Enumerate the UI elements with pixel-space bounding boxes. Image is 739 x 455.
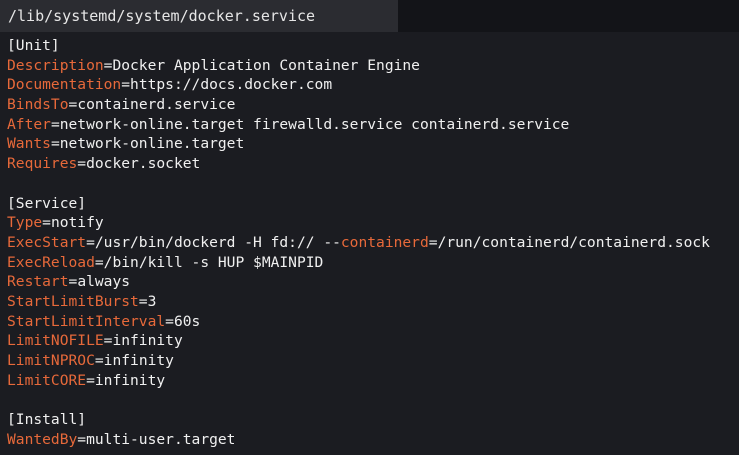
config-key: Wants [7,135,51,153]
code-line[interactable]: Requires=docker.socket [7,154,739,174]
config-value: network-online.target firewalld.service … [59,115,570,133]
equals-sign: = [86,371,95,389]
equals-sign: = [165,312,174,330]
code-line[interactable]: StartLimitInterval=60s [7,312,739,332]
equals-sign: = [77,155,87,173]
config-key: Documentation [7,76,122,94]
equals-sign: = [68,273,78,291]
config-key: Type [7,214,43,232]
config-value: /run/containerd/containerd.sock [437,233,710,251]
code-line[interactable] [7,390,739,410]
config-key: StartLimitBurst [7,292,139,310]
config-value: notify [50,214,104,232]
equals-sign: = [50,115,60,133]
code-line[interactable]: After=network-online.target firewalld.se… [7,115,739,135]
code-line[interactable]: ExecReload=/bin/kill -s HUP $MAINPID [7,253,739,273]
section-header: [Install] [7,411,87,429]
code-area[interactable]: [Unit] Description=Docker Application Con… [7,36,739,449]
equals-sign: = [138,292,148,310]
tab-bar: /lib/systemd/system/docker.service [0,0,739,32]
code-line[interactable]: LimitCORE=infinity [7,371,739,391]
config-value: containerd.service [77,96,236,114]
config-value: network-online.target [59,135,245,153]
config-key: StartLimitInterval [7,312,166,330]
equals-sign: = [68,96,78,114]
config-key: ExecReload [7,253,95,271]
code-line[interactable]: WantedBy=multi-user.target [7,430,739,450]
config-key: BindsTo [7,96,69,114]
config-value: infinity [94,371,166,389]
equals-sign: = [50,135,60,153]
code-line[interactable]: [Service] [7,194,739,214]
config-value: /bin/kill -s HUP $MAINPID [103,253,324,271]
equals-sign: = [77,430,87,448]
code-line[interactable]: Wants=network-online.target [7,134,739,154]
equals-sign: = [121,76,131,94]
config-key: LimitNPROC [7,352,95,369]
config-key: LimitNOFILE [7,332,104,350]
config-key: Restart [7,273,69,291]
equals-sign: = [42,214,51,232]
code-line[interactable]: [Install] [7,410,739,430]
code-line[interactable]: BindsTo=containerd.service [7,95,739,115]
code-line[interactable]: LimitNPROC=infinity [7,351,739,371]
config-value: multi-user.target [86,430,236,448]
equals-sign: = [86,233,95,251]
config-value: https://docs.docker.com [130,76,333,94]
code-line[interactable]: [Unit] [7,36,739,56]
equals-sign: = [94,253,104,271]
code-line[interactable]: Type=notify [7,213,739,233]
config-value: 60s [173,312,201,330]
config-value: /usr/bin/dockerd -H fd:// -- [94,233,341,251]
config-value: infinity [103,352,174,369]
section-header: [Service] [7,194,87,212]
config-key: After [7,115,51,133]
config-key: LimitCORE [7,371,87,389]
config-value: infinity [112,332,183,350]
code-line[interactable] [7,174,739,194]
code-line[interactable]: Documentation=https://docs.docker.com [7,75,739,95]
config-key: Requires [7,155,78,173]
code-line[interactable]: ExecStart=/usr/bin/dockerd -H fd:// --co… [7,233,739,253]
config-key: containerd [340,233,429,251]
code-line[interactable]: Restart=always [7,272,739,292]
code-line[interactable]: Description=Docker Application Container… [7,56,739,76]
config-key: WantedBy [7,430,78,448]
config-value: docker.socket [86,155,201,173]
config-key: Description [7,56,104,74]
config-value: 3 [147,292,157,310]
tab-docker-service[interactable]: /lib/systemd/system/docker.service [0,0,398,32]
equals-sign: = [428,233,438,251]
code-line[interactable]: StartLimitBurst=3 [7,292,739,312]
config-key: ExecStart [7,233,87,251]
config-value: always [77,273,131,291]
equals-sign: = [94,352,104,369]
code-editor[interactable]: /lib/systemd/system/docker.service [Unit… [0,0,739,455]
code-line[interactable]: LimitNOFILE=infinity [7,331,739,351]
config-value: Docker Application Container Engine [112,56,420,74]
section-header: [Unit] [7,37,60,54]
